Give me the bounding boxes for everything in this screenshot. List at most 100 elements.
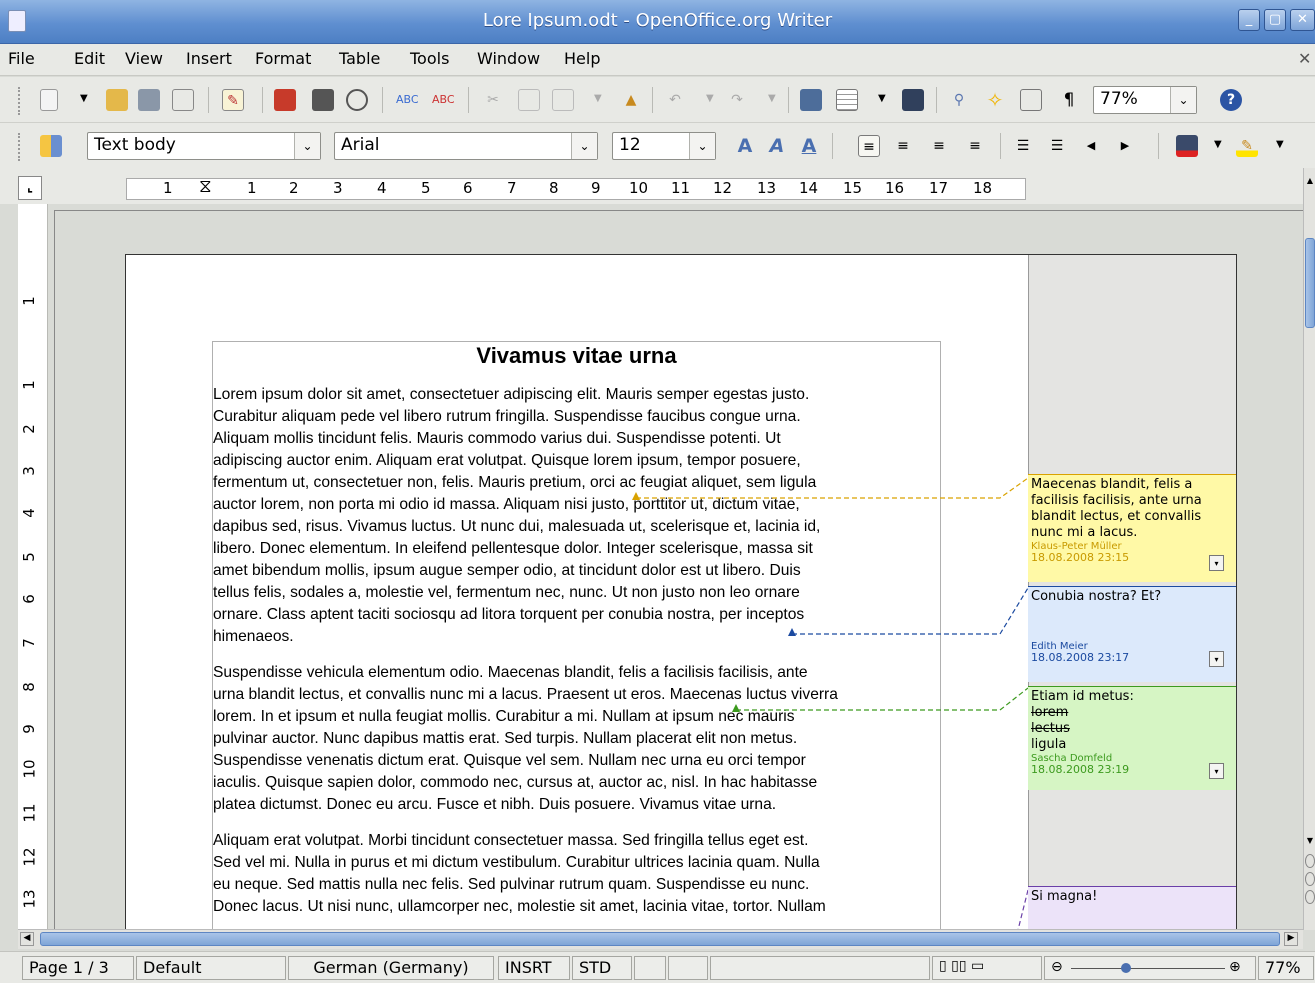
email-icon[interactable] xyxy=(172,89,194,111)
align-right-icon[interactable]: ≡ xyxy=(928,135,950,157)
styles-formatting-icon[interactable] xyxy=(40,135,62,157)
horizontal-ruler[interactable]: 1 ⧖ 1 2 3 4 5 6 7 8 9 10 11 12 13 14 15 … xyxy=(126,176,1026,200)
edit-mode-icon[interactable]: ✎ xyxy=(222,89,244,111)
bold-icon[interactable]: A xyxy=(734,135,756,157)
chevron-down-icon[interactable]: ⌄ xyxy=(1170,87,1196,113)
gallery-icon[interactable] xyxy=(1020,89,1042,111)
scroll-left-icon[interactable]: ◀ xyxy=(20,932,34,946)
copy-icon[interactable] xyxy=(518,89,540,111)
page-style[interactable]: Default xyxy=(136,956,286,980)
find-replace-icon[interactable]: ⚲ xyxy=(948,89,970,111)
close-document-icon[interactable]: ✕ xyxy=(1298,49,1311,68)
menu-help[interactable]: Help xyxy=(564,49,600,68)
horizontal-scrollbar[interactable]: ◀ ▶ xyxy=(18,929,1303,949)
formatting-marks-icon[interactable]: ¶ xyxy=(1058,89,1080,111)
justify-icon[interactable]: ≡ xyxy=(964,135,986,157)
comment-menu-icon[interactable]: ▾ xyxy=(1209,651,1224,667)
increase-indent-icon[interactable]: ▶ xyxy=(1114,135,1136,157)
document-heading[interactable]: Vivamus vitae urna xyxy=(212,343,941,369)
hyperlink-icon[interactable] xyxy=(800,89,822,111)
open-folder-icon[interactable] xyxy=(106,89,128,111)
minimize-button[interactable]: _ xyxy=(1238,9,1260,31)
italic-icon[interactable]: A xyxy=(766,135,788,157)
zoom-percentage[interactable]: 77% xyxy=(1258,956,1314,980)
undo-dropdown-icon[interactable]: ▼ xyxy=(706,93,714,104)
clone-format-icon[interactable]: ▲ xyxy=(620,89,642,111)
highlighting-dropdown-icon[interactable]: ▼ xyxy=(1276,139,1284,150)
menu-format[interactable]: Format xyxy=(255,49,311,68)
new-document-icon[interactable] xyxy=(40,89,58,111)
scroll-up-icon[interactable]: ▲ xyxy=(1305,176,1315,188)
comment-note-1[interactable]: Maecenas blandit, felis a facilisis faci… xyxy=(1028,474,1236,582)
zoom-out-icon[interactable]: ⊖ xyxy=(1051,959,1063,975)
comment-note-2[interactable]: Conubia nostra? Et? Edith Meier 18.08.20… xyxy=(1028,586,1236,682)
indent-marker-icon[interactable]: ⧖ xyxy=(199,176,212,197)
menu-tools[interactable]: Tools xyxy=(410,49,449,68)
chevron-down-icon[interactable]: ⌄ xyxy=(294,133,320,159)
table-icon[interactable] xyxy=(836,89,858,111)
draw-functions-icon[interactable] xyxy=(902,89,924,111)
comment-menu-icon[interactable]: ▾ xyxy=(1209,763,1224,779)
spellcheck-icon[interactable]: ABC xyxy=(396,89,419,111)
vertical-scrollbar[interactable]: ▲ ▼ xyxy=(1303,168,1315,930)
page-indicator[interactable]: Page 1 / 3 xyxy=(22,956,134,980)
comment-note-4[interactable]: Si magna! xyxy=(1028,886,1236,929)
next-page-icon[interactable] xyxy=(1305,890,1315,904)
vertical-scroll-thumb[interactable] xyxy=(1305,238,1315,328)
view-layout-icons[interactable]: ▯ ▯▯ ▭ xyxy=(932,956,1042,980)
vertical-ruler[interactable]: 1 1 2 3 4 5 6 7 8 9 10 11 12 13 xyxy=(18,204,48,930)
numbering-icon[interactable]: ☰ xyxy=(1012,135,1034,157)
toolbar-grip[interactable] xyxy=(18,87,22,115)
redo-icon[interactable]: ↷ xyxy=(726,89,748,111)
save-icon[interactable] xyxy=(138,89,160,111)
selection-mode[interactable]: STD xyxy=(572,956,632,980)
font-color-icon[interactable] xyxy=(1176,135,1198,157)
scroll-down-icon[interactable]: ▼ xyxy=(1305,836,1315,850)
insert-mode[interactable]: INSRT xyxy=(498,956,570,980)
language-indicator[interactable]: German (Germany) xyxy=(288,956,494,980)
font-name-combo[interactable]: Arial ⌄ xyxy=(334,132,598,160)
comment-note-3[interactable]: Etiam id metus: lorem lectus ligula Sasc… xyxy=(1028,686,1236,790)
bullets-icon[interactable]: ☰ xyxy=(1046,135,1068,157)
navigation-icon[interactable] xyxy=(1305,872,1315,886)
menu-view[interactable]: View xyxy=(125,49,163,68)
autospellcheck-icon[interactable]: ABC xyxy=(432,89,455,111)
menu-window[interactable]: Window xyxy=(477,49,540,68)
toolbar-grip[interactable] xyxy=(18,133,22,161)
menu-insert[interactable]: Insert xyxy=(186,49,232,68)
chevron-down-icon[interactable]: ⌄ xyxy=(689,133,715,159)
paste-icon[interactable] xyxy=(552,89,574,111)
export-pdf-icon[interactable] xyxy=(274,89,296,111)
highlighting-icon[interactable]: ✎ xyxy=(1236,135,1258,157)
cut-icon[interactable]: ✂ xyxy=(482,89,504,111)
decrease-indent-icon[interactable]: ◀ xyxy=(1080,135,1102,157)
previous-page-icon[interactable] xyxy=(1305,854,1315,868)
close-window-button[interactable]: ✕ xyxy=(1290,9,1315,31)
zoom-combo[interactable]: 77% ⌄ xyxy=(1093,86,1197,114)
menu-file[interactable]: File xyxy=(8,49,35,68)
paragraph-style-combo[interactable]: Text body ⌄ xyxy=(87,132,321,160)
print-preview-icon[interactable] xyxy=(346,89,368,111)
redo-dropdown-icon[interactable]: ▼ xyxy=(768,93,776,104)
align-center-icon[interactable]: ≡ xyxy=(892,135,914,157)
zoom-slider[interactable]: ⊖ ⊕ xyxy=(1044,956,1256,980)
table-dropdown-icon[interactable]: ▼ xyxy=(878,93,886,104)
zoom-slider-handle[interactable] xyxy=(1121,963,1131,973)
font-color-dropdown-icon[interactable]: ▼ xyxy=(1214,139,1222,150)
align-left-icon[interactable]: ≡ xyxy=(858,135,880,157)
font-size-combo[interactable]: 12 ⌄ xyxy=(612,132,716,160)
tab-stop-selector-icon[interactable]: ⌞ xyxy=(18,176,42,200)
scroll-right-icon[interactable]: ▶ xyxy=(1284,932,1298,946)
paste-dropdown-icon[interactable]: ▼ xyxy=(594,93,602,104)
comment-menu-icon[interactable]: ▾ xyxy=(1209,555,1224,571)
zoom-in-icon[interactable]: ⊕ xyxy=(1229,959,1241,975)
chevron-down-icon[interactable]: ⌄ xyxy=(571,133,597,159)
undo-icon[interactable]: ↶ xyxy=(664,89,686,111)
print-icon[interactable] xyxy=(312,89,334,111)
menu-table[interactable]: Table xyxy=(339,49,380,68)
underline-icon[interactable]: A xyxy=(798,135,820,157)
new-dropdown-icon[interactable]: ▼ xyxy=(80,93,88,104)
maximize-button[interactable]: ▢ xyxy=(1264,9,1286,31)
help-icon[interactable]: ? xyxy=(1220,89,1242,111)
horizontal-scroll-thumb[interactable] xyxy=(40,932,1280,946)
